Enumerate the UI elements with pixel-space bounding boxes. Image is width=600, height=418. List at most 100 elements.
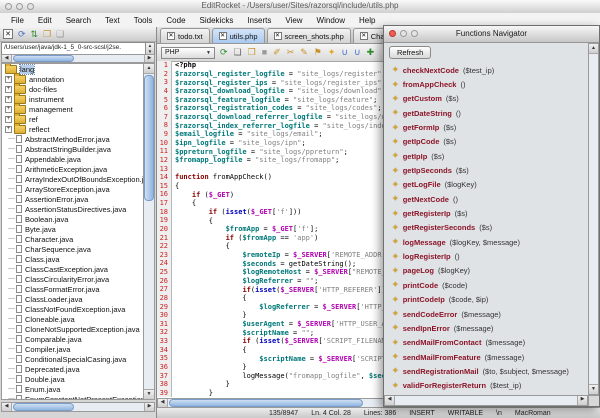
menu-sidekicks[interactable]: Sidekicks — [193, 16, 241, 25]
tree-file-item[interactable]: CloneNotSupportedException.java — [2, 324, 143, 334]
menu-window[interactable]: Window — [310, 16, 352, 25]
file-tree[interactable]: lang+annotation+doc-files+instrument+man… — [1, 63, 143, 400]
function-list-item[interactable]: ✦sendMailFromFeature ($message) — [385, 350, 587, 364]
function-list-item[interactable]: ✦getLogFile($logKey) — [385, 178, 587, 192]
tree-folder-item[interactable]: +reflect — [2, 124, 143, 134]
scrollbar-thumb[interactable] — [169, 399, 363, 407]
paren-icon[interactable]: ∪ — [354, 48, 361, 57]
insert-icon[interactable]: ✚ — [367, 48, 375, 57]
menu-edit[interactable]: Edit — [31, 16, 59, 25]
function-list-item[interactable]: ✦getDateString() — [385, 106, 587, 120]
minimize-window-icon[interactable] — [16, 3, 23, 10]
function-list-item[interactable]: ✦getIpCode($s) — [385, 135, 587, 149]
tree-file-item[interactable]: ConditionalSpecialCasing.java — [2, 354, 143, 364]
menu-help[interactable]: Help — [352, 16, 382, 25]
tree-file-item[interactable]: Appendable.java — [2, 154, 143, 164]
close-panel-icon[interactable]: ✕ — [3, 29, 13, 39]
menu-file[interactable]: File — [4, 16, 31, 25]
tree-file-item[interactable]: Enum.java — [2, 384, 143, 394]
scroll-up-icon[interactable]: ▲ — [589, 44, 598, 54]
scroll-left-icon[interactable]: ◀ — [2, 55, 12, 62]
menu-code[interactable]: Code — [159, 16, 192, 25]
tree-root-item[interactable]: lang — [2, 64, 143, 74]
close-tab-icon[interactable]: ✕ — [219, 32, 227, 40]
scrollbar-thumb[interactable] — [13, 403, 74, 411]
menu-text[interactable]: Text — [98, 16, 127, 25]
tree-file-item[interactable]: ClassCastException.java — [2, 264, 143, 274]
tree-hscrollbar-top[interactable]: ◀ ▶ — [1, 54, 155, 63]
flag-icon[interactable]: ⚑ — [314, 48, 322, 57]
refresh-icon[interactable]: ⟳ — [18, 30, 26, 39]
tree-vscrollbar[interactable]: ▲ ▼ — [143, 63, 155, 400]
sync-icon[interactable]: ⇅ — [31, 30, 39, 39]
refresh-icon[interactable]: ⟳ — [220, 48, 228, 57]
close-tab-icon[interactable]: ✕ — [360, 32, 368, 40]
tree-file-item[interactable]: ClassLoader.java — [2, 294, 143, 304]
tree-file-item[interactable]: Byte.java — [2, 224, 143, 234]
tab-utils-php[interactable]: ✕utils.php — [212, 28, 265, 43]
tree-file-item[interactable]: AssertionStatusDirectives.java — [2, 204, 143, 214]
tree-file-item[interactable]: EnumConstantNotPresentException.java — [2, 394, 143, 400]
tree-file-item[interactable]: Double.java — [2, 374, 143, 384]
scroll-right-icon[interactable]: ▶ — [577, 396, 587, 405]
minimize-window-icon[interactable] — [400, 30, 407, 37]
tree-file-item[interactable]: Deprecated.java — [2, 364, 143, 374]
scroll-up-icon[interactable]: ▲ — [144, 64, 154, 74]
tree-file-item[interactable]: AssertionError.java — [2, 194, 143, 204]
expand-icon[interactable]: + — [5, 106, 12, 113]
scroll-left-icon[interactable]: ◀ — [2, 403, 12, 411]
menu-search[interactable]: Search — [59, 16, 98, 25]
brace-icon[interactable]: ∪ — [341, 48, 348, 57]
function-list-item[interactable]: ✦getCustom($s) — [385, 92, 587, 106]
scroll-left-icon[interactable]: ◀ — [158, 399, 168, 407]
sparkle-icon[interactable]: ✦ — [328, 48, 336, 57]
function-list-item[interactable]: ✦getRegisterSeconds($s) — [385, 221, 587, 235]
close-tab-icon[interactable]: ✕ — [167, 32, 175, 40]
expand-icon[interactable]: + — [5, 86, 12, 93]
menu-view[interactable]: View — [278, 16, 309, 25]
function-list-item[interactable]: ✦printCode ($code) — [385, 278, 587, 292]
navigator-title-bar[interactable]: Functions Navigator — [384, 26, 599, 43]
tree-folder-item[interactable]: +annotation — [2, 74, 143, 84]
language-select[interactable]: PHP ▼ — [161, 47, 215, 59]
tree-file-item[interactable]: Character.java — [2, 234, 143, 244]
pencil-icon[interactable]: ✎ — [300, 48, 308, 57]
navigator-hscrollbar[interactable]: ◀ ▶ — [384, 395, 588, 406]
tree-file-item[interactable]: ArithmeticException.java — [2, 164, 143, 174]
function-list-item[interactable]: ✦validForRegisterReturn ($test_ip) — [385, 379, 587, 393]
function-list-item[interactable]: ✦getIpIp($s) — [385, 149, 587, 163]
tree-file-item[interactable]: ArrayIndexOutOfBoundsException.java — [2, 174, 143, 184]
function-list-item[interactable]: ✦sendCodeError ($message) — [385, 307, 587, 321]
scroll-down-icon[interactable]: ▼ — [589, 384, 598, 394]
function-list-item[interactable]: ✦getIpSeconds($s) — [385, 163, 587, 177]
scroll-down-icon[interactable]: ▼ — [144, 389, 154, 399]
function-list-item[interactable]: ✦sendIpnError ($message) — [385, 321, 587, 335]
tree-file-item[interactable]: ClassCircularityError.java — [2, 274, 143, 284]
tree-folder-item[interactable]: +management — [2, 104, 143, 114]
scrollbar-thumb[interactable] — [13, 55, 74, 62]
new-file-icon[interactable]: ❏ — [234, 48, 242, 57]
new-folder-icon[interactable]: ❐ — [43, 30, 51, 39]
zoom-window-icon[interactable] — [411, 30, 418, 37]
expand-icon[interactable]: + — [5, 96, 12, 103]
tree-file-item[interactable]: CharSequence.java — [2, 244, 143, 254]
cut-icon[interactable]: ✂ — [287, 48, 295, 57]
scroll-right-icon[interactable]: ▶ — [144, 55, 154, 62]
close-tab-icon[interactable]: ✕ — [274, 32, 282, 40]
function-list-item[interactable]: ✦pageLog ($logKey) — [385, 264, 587, 278]
tree-file-item[interactable]: AbstractMethodError.java — [2, 134, 143, 144]
tree-folder-item[interactable]: +doc-files — [2, 84, 143, 94]
function-list-item[interactable]: ✦sendMailFromContact ($message) — [385, 336, 587, 350]
tree-file-item[interactable]: Comparable.java — [2, 334, 143, 344]
zoom-window-icon[interactable] — [27, 3, 34, 10]
function-list-item[interactable]: ✦logRegisterIp() — [385, 249, 587, 263]
refresh-button[interactable]: Refresh — [389, 46, 431, 59]
edit-icon[interactable]: ✐ — [273, 48, 281, 57]
navigator-vscrollbar[interactable]: ▲ ▼ — [588, 43, 599, 395]
new-file-icon[interactable]: ❏ — [56, 30, 64, 39]
menu-tools[interactable]: Tools — [127, 16, 160, 25]
tree-file-item[interactable]: AbstractStringBuilder.java — [2, 144, 143, 154]
tab-screen-shots-php[interactable]: ✕screen_shots.php — [267, 28, 351, 43]
save-icon[interactable]: ■ — [262, 48, 267, 57]
tree-folder-item[interactable]: +ref — [2, 114, 143, 124]
